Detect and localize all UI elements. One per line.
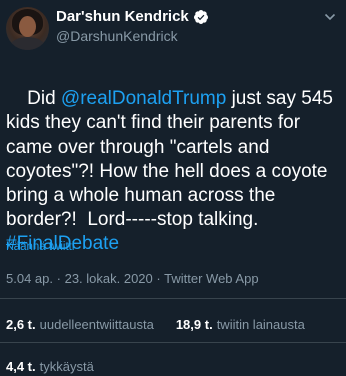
avatar[interactable] xyxy=(6,7,49,50)
tweet-text-segment: just say 545 kids they can't find their … xyxy=(6,88,339,231)
tweet-date[interactable]: 23. lokak. 2020 xyxy=(65,271,153,286)
chevron-down-icon[interactable] xyxy=(324,11,336,23)
verified-badge-icon xyxy=(193,9,208,24)
stats-row-shares: 2,6 t. uudelleentwiittausta 18,9 t. twii… xyxy=(6,317,305,332)
meta-separator: · xyxy=(156,271,161,286)
author-name-row: Dar'shun Kendrick xyxy=(56,8,209,25)
stats-row-likes: 4,4 t. tykkäystä xyxy=(6,359,94,374)
author-handle[interactable]: @DarshunKendrick xyxy=(56,28,178,44)
retweets-label: uudelleentwiittausta xyxy=(39,317,154,332)
mention-link[interactable]: @realDonaldTrump xyxy=(61,88,226,109)
quotes-count: 18,9 t. xyxy=(175,317,213,332)
likes-count: 4,4 t. xyxy=(6,359,36,374)
author-name[interactable]: Dar'shun Kendrick xyxy=(56,8,189,25)
tweet-text-segment: Did xyxy=(27,88,61,110)
tweet-source[interactable]: Twitter Web App xyxy=(164,271,258,286)
tweet-detail: Dar'shun Kendrick @DarshunKendrick Did @… xyxy=(0,0,346,376)
likes-label: tykkäystä xyxy=(39,359,94,374)
likes-stat[interactable]: 4,4 t. tykkäystä xyxy=(6,359,94,374)
meta-separator: · xyxy=(56,271,61,286)
tweet-meta: 5.04 ap. · 23. lokak. 2020 · Twitter Web… xyxy=(6,271,259,286)
tweet-time[interactable]: 5.04 ap. xyxy=(6,271,53,286)
retweets-stat[interactable]: 2,6 t. uudelleentwiittausta xyxy=(6,317,154,332)
retweets-count: 2,6 t. xyxy=(6,317,36,332)
quotes-stat[interactable]: 18,9 t. twiitin lainausta xyxy=(176,317,305,332)
quotes-label: twiitin lainausta xyxy=(216,317,305,332)
divider xyxy=(0,298,346,299)
translate-tweet-link[interactable]: Käännä twiitti xyxy=(6,241,74,253)
divider xyxy=(0,342,346,343)
